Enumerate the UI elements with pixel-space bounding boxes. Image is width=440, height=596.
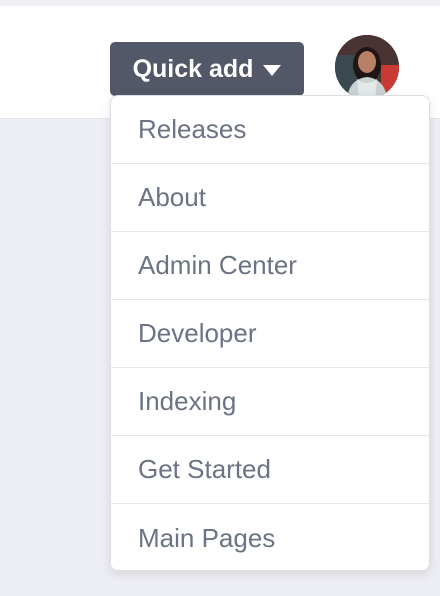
caret-down-icon [263,64,282,76]
quick-add-label: Quick add [132,54,254,83]
menu-item-indexing[interactable]: Indexing [111,368,429,436]
menu-item-main-pages[interactable]: Main Pages [111,504,429,570]
menu-item-developer[interactable]: Developer [111,300,429,368]
quick-add-button[interactable]: Quick add [110,42,304,96]
menu-item-releases[interactable]: Releases [111,96,429,164]
user-avatar-icon [335,35,399,99]
menu-item-get-started[interactable]: Get Started [111,436,429,504]
quick-add-dropdown-menu: Releases About Admin Center Developer In… [110,95,430,571]
menu-item-admin-center[interactable]: Admin Center [111,232,429,300]
menu-item-about[interactable]: About [111,164,429,232]
avatar[interactable] [335,35,399,99]
